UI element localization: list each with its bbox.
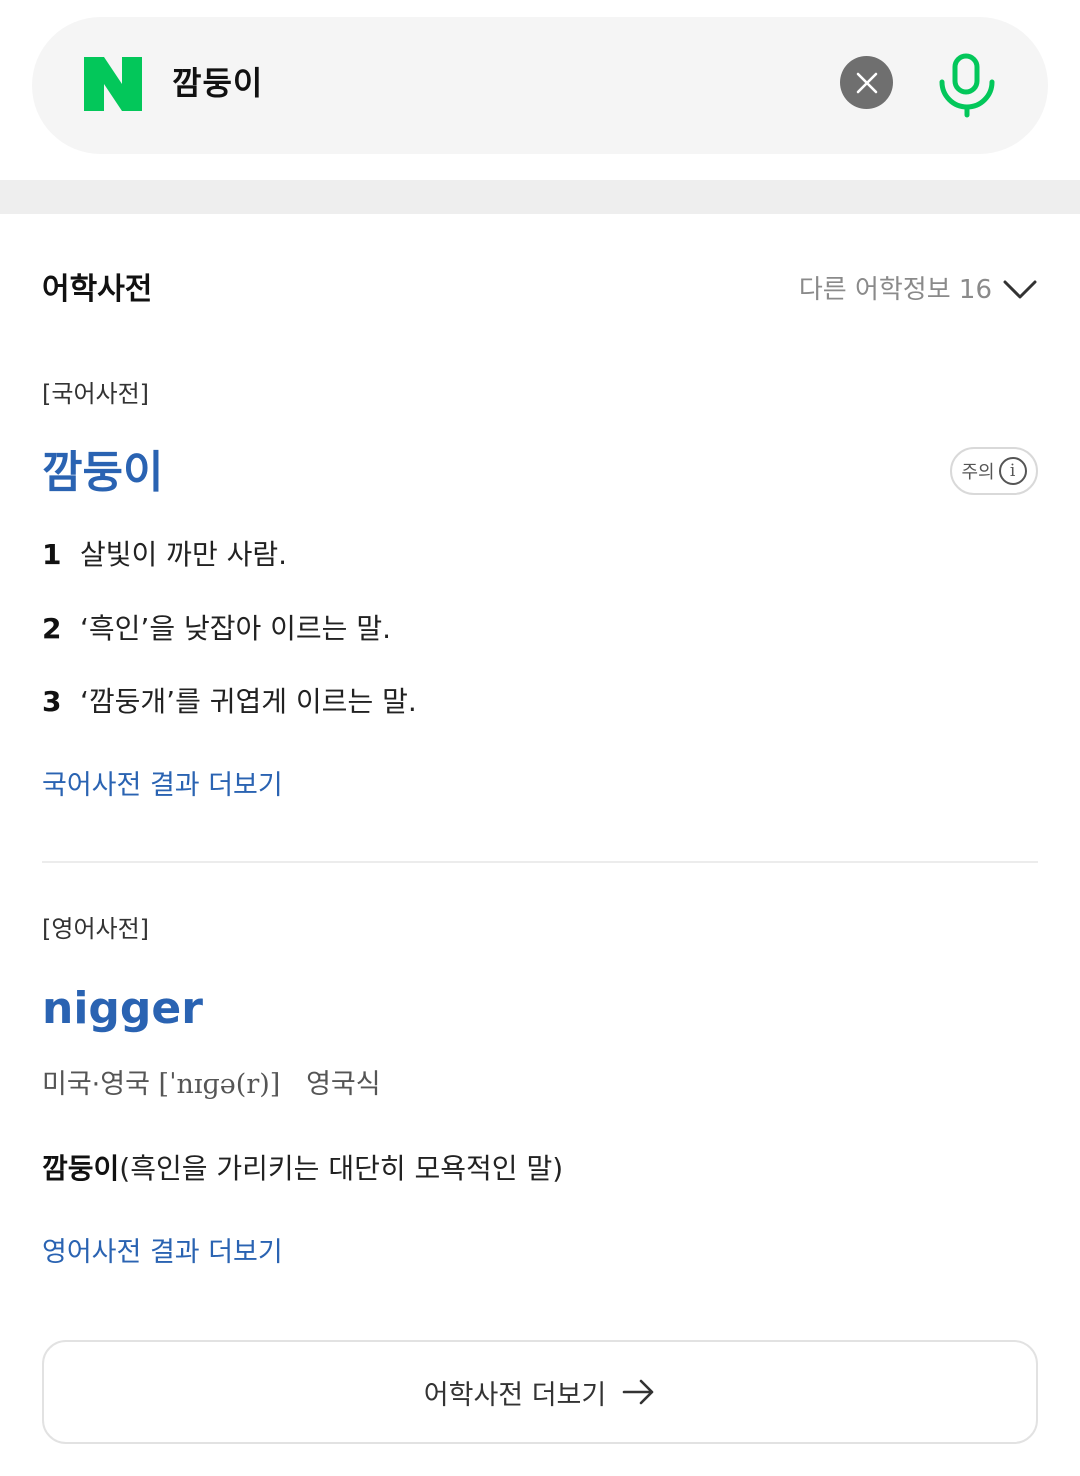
korean-dict-more-link[interactable]: 국어사전 결과 더보기 (42, 768, 283, 804)
other-info-label: 다른 어학정보 16 (798, 275, 992, 305)
definition-row: 3 ‘깜둥개’를 귀엽게 이르는 말. (42, 683, 417, 721)
dictionary-more-button[interactable]: 어학사전 더보기 (42, 1340, 1038, 1444)
divider (42, 861, 1038, 863)
definition-row: 2 ‘흑인’을 낮잡아 이르는 말. (42, 610, 391, 648)
caution-label: 주의 (961, 462, 995, 483)
meaning-keyword: 깜둥이 (42, 1152, 120, 1185)
info-icon: i (998, 457, 1027, 485)
search-header: 깜둥이 (0, 0, 1080, 180)
pronunciation-region: 미국·영국 (42, 1069, 150, 1100)
definition-row: 1 살빛이 까만 사람. (42, 536, 287, 574)
mic-icon (939, 53, 995, 118)
chevron-down-icon (1003, 280, 1037, 299)
more-button-label: 어학사전 더보기 (423, 1379, 607, 1411)
meaning-text: (흑인을 가리키는 대단히 모욕적인 말) (119, 1152, 564, 1185)
definition-number: 2 (42, 612, 62, 645)
definition-number: 3 (42, 685, 62, 718)
section-separator (0, 180, 1080, 214)
close-icon (856, 72, 877, 93)
english-dict-more-link[interactable]: 영어사전 결과 더보기 (42, 1235, 283, 1271)
pronunciation-accent[interactable]: 영국식 (306, 1069, 381, 1100)
definition-text: ‘깜둥개’를 귀엽게 이르는 말. (80, 685, 417, 718)
pronunciation-ipa: [ˈnɪɡə(r)] (158, 1069, 281, 1100)
arrow-right-icon (622, 1379, 654, 1405)
definition-number: 1 (42, 538, 62, 571)
definition-text: 살빛이 까만 사람. (80, 538, 288, 571)
pronunciation: 미국·영국 [ˈnɪɡə(r)] 영국식 (42, 1066, 381, 1104)
english-meaning: 깜둥이(흑인을 가리키는 대단히 모욕적인 말) (42, 1150, 563, 1188)
korean-headword[interactable]: 깜둥이 (42, 446, 163, 500)
section-title: 어학사전 (42, 272, 153, 307)
other-info-toggle[interactable]: 다른 어학정보 16 (799, 272, 1038, 308)
english-dict-label: [영어사전] (42, 915, 150, 943)
search-input[interactable]: 깜둥이 (172, 62, 263, 104)
english-headword[interactable]: nigger (42, 982, 203, 1036)
dictionary-section: 어학사전 다른 어학정보 16 [국어사전] 깜둥이 주의 i 1 살빛이 까만… (0, 214, 1080, 1476)
caution-badge[interactable]: 주의 i (950, 447, 1038, 495)
korean-dict-label: [국어사전] (42, 380, 150, 408)
clear-search-button[interactable] (840, 56, 893, 109)
naver-logo[interactable] (84, 57, 142, 111)
definition-text: ‘흑인’을 낮잡아 이르는 말. (80, 612, 392, 645)
voice-search-button[interactable] (936, 52, 998, 118)
